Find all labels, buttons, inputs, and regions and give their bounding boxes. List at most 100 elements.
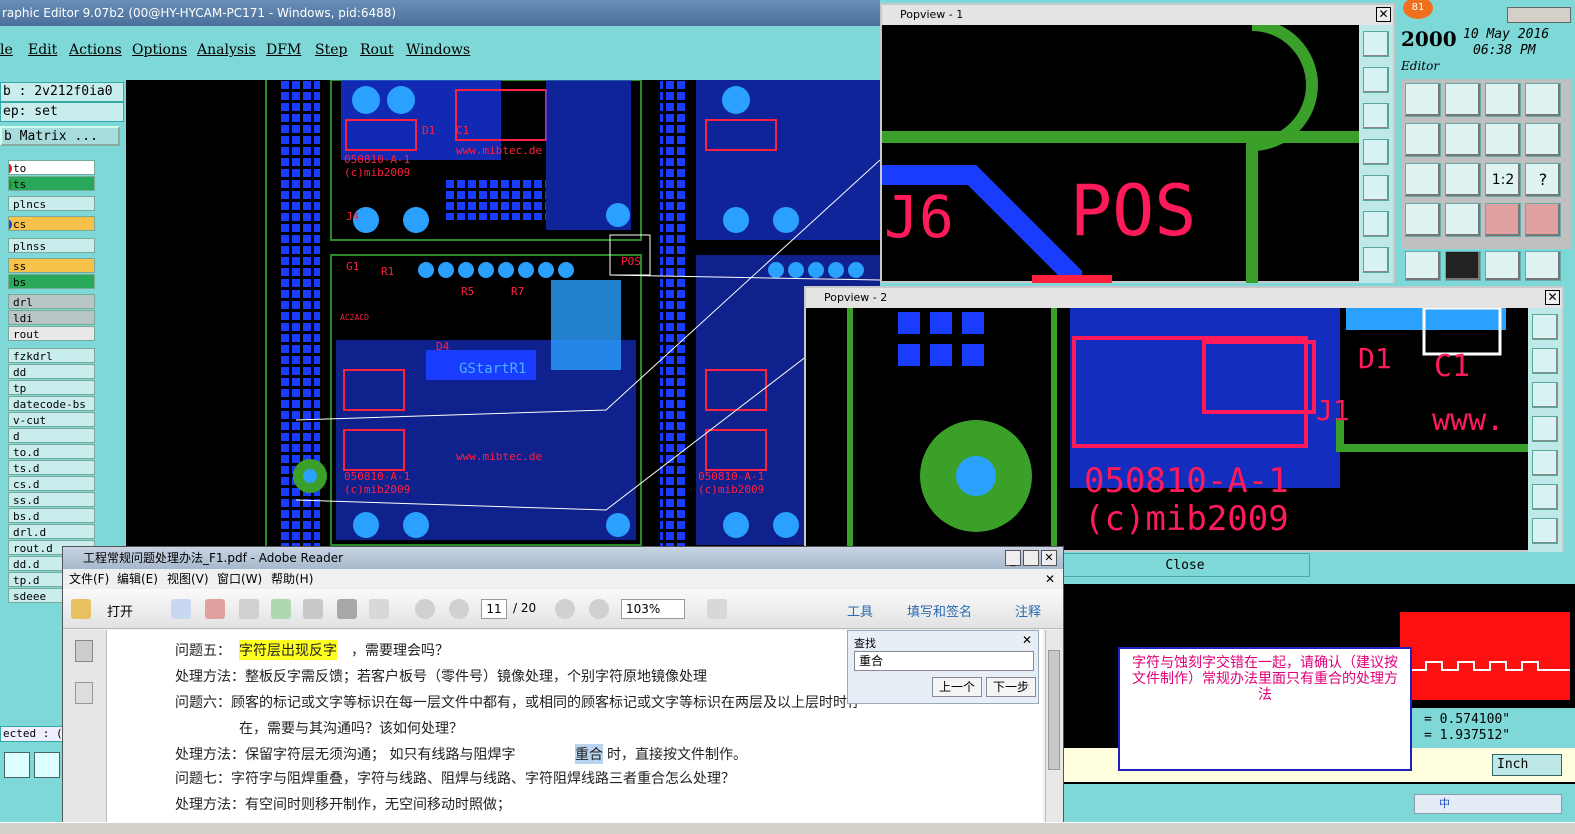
tool-help-icon[interactable]: ? [1525, 163, 1561, 197]
reader-menu-window[interactable]: 窗口(W) [217, 569, 262, 589]
window-controls[interactable] [1507, 7, 1571, 23]
layer-row-rout[interactable]: rout [8, 326, 95, 341]
comment-pane-button[interactable]: 注释 [1015, 601, 1041, 620]
tool-snap-icon[interactable] [1405, 251, 1441, 281]
tool-house-icon[interactable] [1485, 83, 1521, 117]
tool-probe-icon[interactable] [1445, 203, 1481, 237]
tool-color-icon[interactable] [1445, 251, 1481, 281]
menu-options[interactable]: Options [132, 42, 187, 58]
layer-row-plnss[interactable]: plnss [8, 238, 95, 253]
popview-1-pan-icon[interactable] [1363, 211, 1389, 237]
reader-menu-view[interactable]: 视图(V) [167, 569, 209, 589]
page-down-icon[interactable] [449, 599, 469, 619]
layer-row-dd[interactable]: dd [8, 364, 95, 379]
layer-row-ldi[interactable]: ldi [8, 310, 95, 325]
tool-palette-icon[interactable] [1405, 203, 1441, 237]
layer-row-ts-d[interactable]: ts.d [8, 460, 95, 475]
menu-actions[interactable]: Actions [69, 42, 122, 58]
zoom-select[interactable]: 103% [621, 599, 685, 619]
tool-left-icon[interactable] [1405, 123, 1441, 157]
popview-2-zoom-fit-icon[interactable] [1532, 314, 1558, 340]
reader-scrollbar[interactable] [1045, 630, 1063, 834]
layer-row-bs-d[interactable]: bs.d [8, 508, 95, 523]
popview-2-pan-icon[interactable] [1532, 484, 1558, 510]
popview-2-pan-right-icon[interactable] [1532, 450, 1558, 476]
find-input[interactable]: 重合 [854, 651, 1034, 671]
popview-1-pan-left-icon[interactable] [1363, 139, 1389, 165]
popview-2-zoom-in-icon[interactable] [1532, 348, 1558, 374]
tool-ruler-icon[interactable] [1485, 251, 1521, 281]
tool-layers-blue-icon[interactable] [1525, 203, 1561, 237]
layer-row-d[interactable]: d [8, 428, 95, 443]
reader-minimize-button[interactable]: _ [1005, 550, 1021, 567]
tool-fit-icon[interactable] [1405, 163, 1441, 197]
popview-2-center-icon[interactable] [1532, 518, 1558, 544]
tools-pane-button[interactable]: 工具 [847, 601, 873, 620]
find-next-button[interactable]: 下一步 [986, 677, 1036, 697]
popview-1-zoom-in-icon[interactable] [1363, 67, 1389, 93]
popview-1-zoom-fit-icon[interactable] [1363, 31, 1389, 57]
find-close-icon[interactable]: ✕ [1022, 633, 1032, 647]
reader-menu-edit[interactable]: 编辑(E) [117, 569, 158, 589]
layer-row-datecode-bs[interactable]: datecode-bs [8, 396, 95, 411]
menu-analysis[interactable]: Analysis [197, 42, 256, 58]
layer-row-ss[interactable]: ss [8, 258, 95, 273]
popview-1-pan-right-icon[interactable] [1363, 175, 1389, 201]
sign-pane-button[interactable]: 填写和签名 [907, 601, 972, 620]
menu-file[interactable]: le [0, 42, 13, 58]
popview-2-pan-left-icon[interactable] [1532, 416, 1558, 442]
tool-loop-icon[interactable] [1485, 123, 1521, 157]
export-pdf-icon[interactable] [205, 599, 225, 619]
reader-menu-file[interactable]: 文件(F) [69, 569, 109, 589]
create-pdf-icon[interactable] [171, 599, 191, 619]
pages-panel-icon[interactable] [75, 640, 93, 662]
layer-row-plncs[interactable]: plncs [8, 196, 95, 211]
menu-edit[interactable]: Edit [28, 42, 57, 58]
reader-menu-help[interactable]: 帮助(H) [271, 569, 313, 589]
layer-row-ss-d[interactable]: ss.d [8, 492, 95, 507]
layer-row-fzkdrl[interactable]: fzkdrl [8, 348, 95, 363]
popview-1-center-icon[interactable] [1363, 247, 1389, 273]
zoom-out-icon[interactable] [555, 599, 575, 619]
layer-row-ts[interactable]: ts [8, 176, 95, 191]
layer-row-bs[interactable]: bs [8, 274, 95, 289]
pcb-canvas[interactable]: 050810-A-1 (c)mib2009 050810-A-1 (c)mib2… [126, 80, 880, 546]
attachments-icon[interactable] [75, 682, 93, 704]
unit-selector[interactable]: Inch [1492, 754, 1562, 776]
tool-icon-b[interactable] [34, 752, 60, 778]
tool-right-icon[interactable] [1445, 123, 1481, 157]
fullscreen-icon[interactable] [707, 599, 727, 619]
tool-layers-red-icon[interactable] [1485, 203, 1521, 237]
popview-2-close-button[interactable]: ✕ [1545, 290, 1560, 305]
popview-close-button[interactable]: Close [1060, 553, 1310, 577]
tool-move-icon[interactable] [1445, 163, 1481, 197]
layer-row-drl-d[interactable]: drl.d [8, 524, 95, 539]
reader-scroll-thumb[interactable] [1048, 650, 1060, 770]
page-up-icon[interactable] [415, 599, 435, 619]
layer-row-to[interactable]: to [8, 160, 95, 175]
page-number-input[interactable]: 11 [481, 599, 507, 619]
print-icon[interactable] [337, 599, 357, 619]
popview-2-zoom-out-icon[interactable] [1532, 382, 1558, 408]
tool-icon-a[interactable] [4, 752, 30, 778]
reader-maximize-button[interactable] [1023, 550, 1039, 566]
reader-doc-close-icon[interactable]: ✕ [1045, 569, 1055, 589]
upload-icon[interactable] [271, 599, 291, 619]
menu-windows[interactable]: Windows [406, 42, 470, 58]
tool-down-icon[interactable] [1445, 83, 1481, 117]
popview-1-close-button[interactable]: ✕ [1376, 7, 1391, 22]
reader-close-button[interactable]: ✕ [1041, 550, 1057, 566]
menu-step[interactable]: Step [315, 42, 347, 58]
tool-home-icon[interactable] [1405, 83, 1441, 117]
tool-window-icon[interactable] [1525, 83, 1561, 117]
matrix-button[interactable]: b Matrix ... [0, 126, 120, 146]
open-folder-icon[interactable] [71, 599, 91, 619]
layer-row-cs[interactable]: cs [8, 216, 95, 231]
menu-rout[interactable]: Rout [360, 42, 394, 58]
ime-toolbar[interactable]: 中 [1414, 794, 1562, 814]
email-icon[interactable] [369, 599, 389, 619]
popview-1-zoom-out-icon[interactable] [1363, 103, 1389, 129]
layer-row-tp[interactable]: tp [8, 380, 95, 395]
menu-dfm[interactable]: DFM [266, 42, 301, 58]
layer-row-v-cut[interactable]: v-cut [8, 412, 95, 427]
